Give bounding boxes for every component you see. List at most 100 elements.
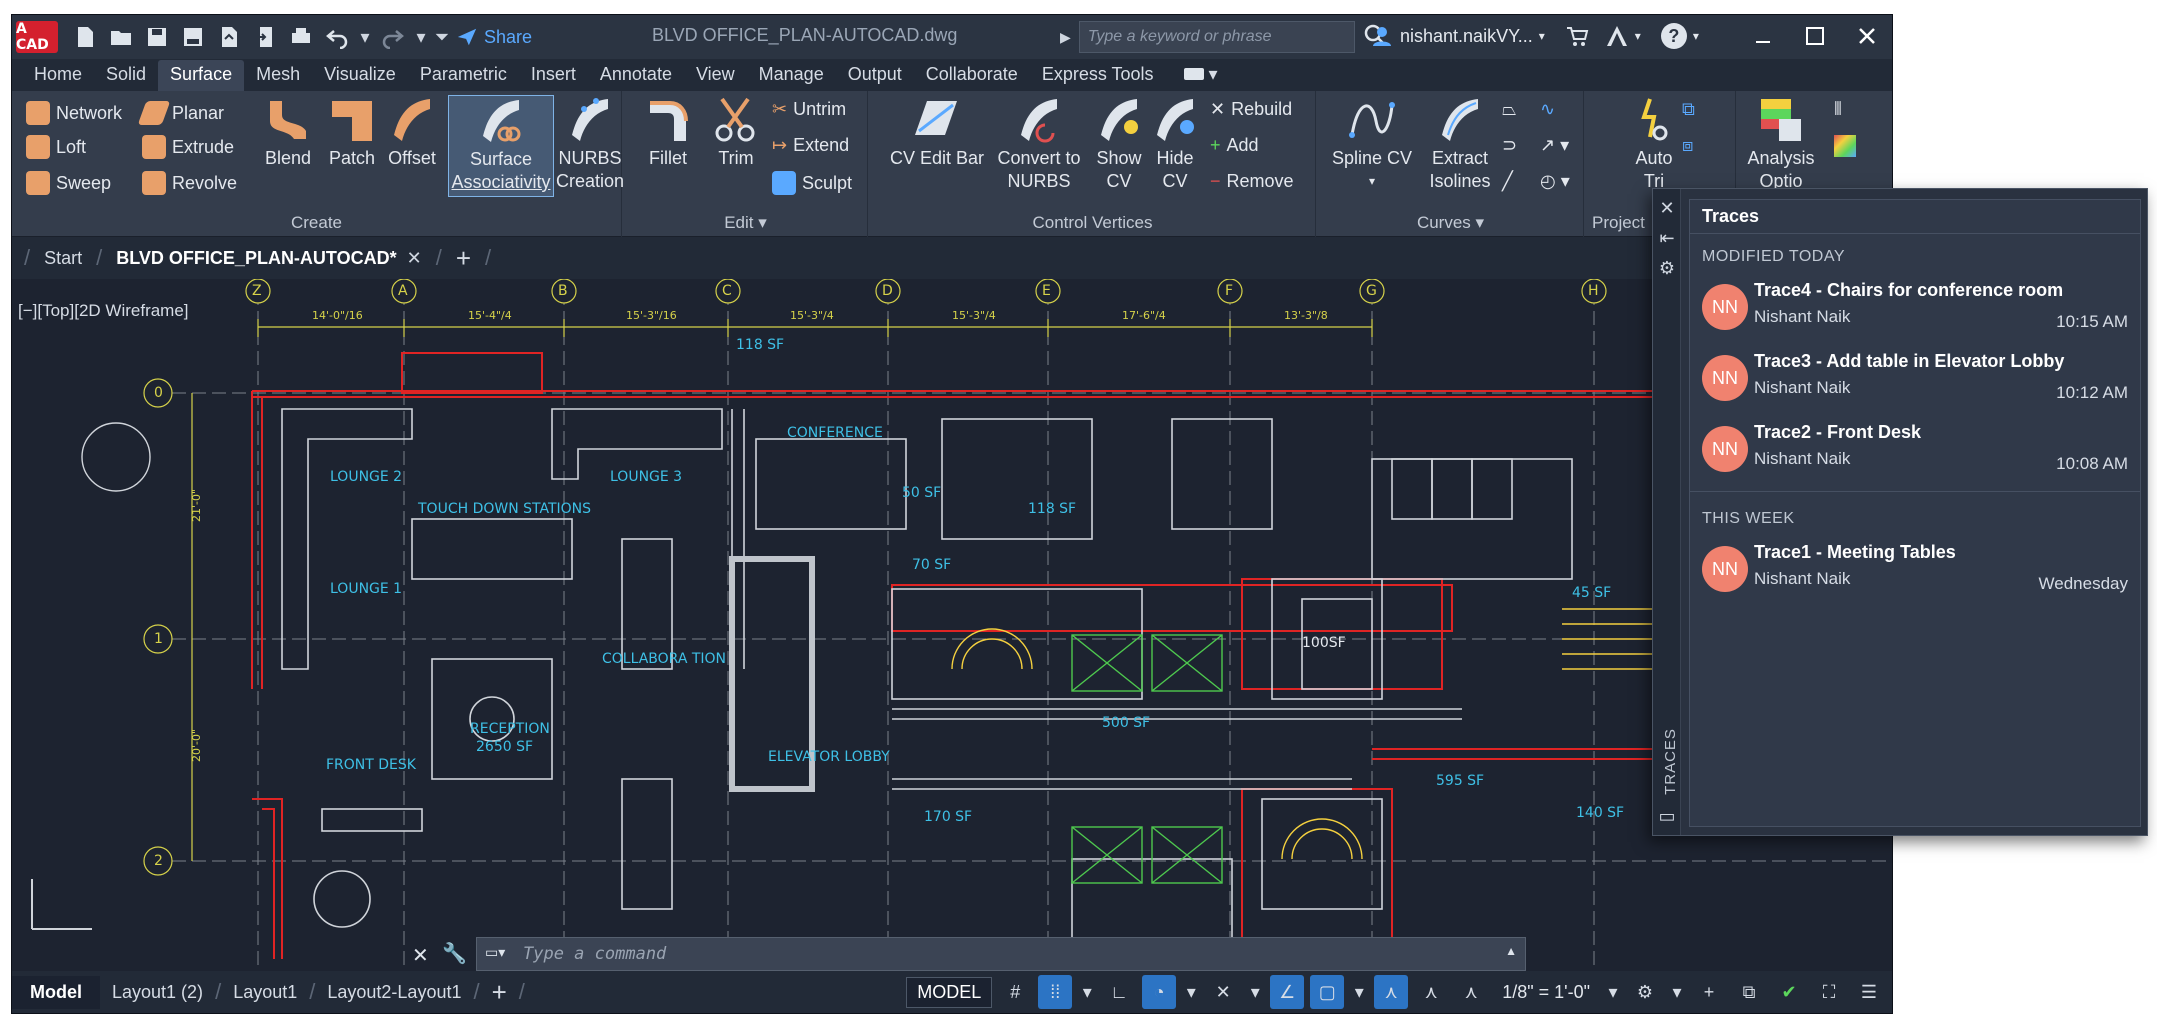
isometric-drafting-icon[interactable]: ✕ bbox=[1206, 975, 1240, 1009]
annotation-visibility-icon[interactable]: ⋏ bbox=[1374, 975, 1409, 1009]
floor-plan-drawing[interactable] bbox=[12, 279, 1892, 973]
untrim-button[interactable]: ✂ Untrim bbox=[772, 99, 846, 120]
curve-tool-3-icon[interactable]: ⊃ bbox=[1502, 135, 1517, 156]
patch-button[interactable]: Patch bbox=[324, 95, 380, 170]
close-command-line-icon[interactable]: ✕ bbox=[412, 943, 429, 968]
extend-button[interactable]: ↦ Extend bbox=[772, 135, 849, 156]
loft-button[interactable]: Loft bbox=[26, 135, 86, 159]
print-icon[interactable] bbox=[288, 24, 314, 50]
panel-edit-label[interactable]: Edit ▾ bbox=[624, 213, 867, 233]
annotation-scale-icon[interactable]: ⋏ bbox=[1454, 975, 1488, 1009]
traces-palette-titlebar[interactable]: ✕ ⇤ ⚙ TRACES ▭ bbox=[1653, 189, 1681, 835]
chevron-down-icon[interactable]: ▾ bbox=[1246, 975, 1264, 1009]
gear-icon[interactable]: ⚙ bbox=[1628, 975, 1662, 1009]
auto-scale-icon[interactable]: ⋏ bbox=[1414, 975, 1448, 1009]
rebuild-button[interactable]: ✕ Rebuild bbox=[1210, 99, 1292, 120]
curve-tool-2-icon[interactable]: ∿ bbox=[1540, 99, 1555, 120]
project-tool-1-icon[interactable]: ⧉ bbox=[1682, 99, 1695, 120]
tab-collaborate[interactable]: Collaborate bbox=[914, 60, 1030, 91]
maximize-icon[interactable] bbox=[1800, 19, 1830, 53]
chevron-down-icon[interactable]: ▾ bbox=[1182, 975, 1200, 1009]
spline-cv-button[interactable]: Spline CV ▾ bbox=[1322, 95, 1422, 193]
tab-model[interactable]: Model bbox=[12, 975, 100, 1009]
tab-mesh[interactable]: Mesh bbox=[244, 60, 312, 91]
tab-output[interactable]: Output bbox=[836, 60, 914, 91]
revolve-button[interactable]: Revolve bbox=[142, 171, 237, 195]
autodesk-app-icon[interactable] bbox=[1605, 24, 1629, 48]
tab-surface[interactable]: Surface bbox=[158, 60, 245, 91]
chevron-right-icon[interactable]: ▶ bbox=[1060, 29, 1071, 46]
hide-cv-button[interactable]: Hide CV bbox=[1148, 95, 1202, 193]
chevron-down-icon[interactable]: ▾ bbox=[1604, 975, 1622, 1009]
search-input[interactable] bbox=[1078, 21, 1355, 53]
import-icon[interactable] bbox=[252, 24, 278, 50]
trace-item[interactable]: NN Trace3 - Add table in Elevator Lobby … bbox=[1690, 345, 2140, 416]
user-menu[interactable]: nishant.naikVY... ▾ ▾ ? ▾ bbox=[1370, 23, 1699, 49]
open-folder-icon[interactable] bbox=[108, 24, 134, 50]
tab-home[interactable]: Home bbox=[22, 60, 94, 91]
new-tab-button[interactable]: + bbox=[442, 243, 485, 274]
blend-button[interactable]: Blend bbox=[258, 95, 318, 170]
curve-tool-4-icon[interactable]: ↗ ▾ bbox=[1540, 135, 1569, 156]
ribbon-state-toggle[interactable]: ▾ bbox=[1172, 60, 1230, 91]
cv-edit-bar-button[interactable]: CV Edit Bar bbox=[874, 95, 1000, 170]
drawing-canvas[interactable]: [−][Top][2D Wireframe] Z A B C D E F G H… bbox=[12, 279, 1892, 973]
zebra-analysis-icon[interactable]: ⦀ bbox=[1834, 99, 1842, 120]
tab-start[interactable]: Start bbox=[30, 248, 96, 269]
close-icon[interactable] bbox=[1852, 19, 1882, 53]
extrude-button[interactable]: Extrude bbox=[142, 135, 234, 159]
object-snap-tracking-icon[interactable]: ∠ bbox=[1270, 975, 1305, 1009]
annotation-scale-value[interactable]: 1/8" = 1'-0" bbox=[1494, 982, 1598, 1003]
share-button[interactable]: Share bbox=[456, 26, 532, 48]
network-button[interactable]: Network bbox=[26, 101, 122, 125]
save-as-icon[interactable] bbox=[180, 24, 206, 50]
tab-annotate[interactable]: Annotate bbox=[588, 60, 684, 91]
hamburger-menu-icon[interactable]: ☰ bbox=[1852, 975, 1886, 1009]
chevron-down-icon[interactable]: ▾ bbox=[1078, 975, 1096, 1009]
redo-icon[interactable] bbox=[380, 24, 406, 50]
convert-to-nurbs-button[interactable]: Convert to NURBS bbox=[984, 95, 1094, 193]
undo-icon[interactable] bbox=[324, 24, 350, 50]
model-space-toggle[interactable]: MODEL bbox=[906, 976, 993, 1008]
surface-associativity-button[interactable]: Surface Associativity bbox=[448, 95, 554, 197]
offset-button[interactable]: Offset bbox=[382, 95, 442, 170]
viewport-controls[interactable]: [−][Top][2D Wireframe] bbox=[18, 301, 189, 321]
sculpt-button[interactable]: Sculpt bbox=[772, 171, 852, 195]
close-icon[interactable]: ✕ bbox=[1656, 197, 1678, 219]
save-icon[interactable] bbox=[144, 24, 170, 50]
trace-item[interactable]: NN Trace4 - Chairs for conference room N… bbox=[1690, 274, 2140, 345]
planar-button[interactable]: Planar bbox=[137, 101, 224, 125]
add-cv-button[interactable]: + Add bbox=[1210, 135, 1259, 156]
traces-icon[interactable]: ▭ bbox=[1656, 805, 1678, 827]
show-cv-button[interactable]: Show CV bbox=[1092, 95, 1146, 193]
fullscreen-icon[interactable]: ⛶ bbox=[1812, 975, 1846, 1009]
autocad-logo-icon[interactable]: A CAD bbox=[16, 21, 58, 53]
customize-qat-icon[interactable]: ⏷ bbox=[435, 24, 449, 50]
cart-icon[interactable] bbox=[1565, 24, 1589, 48]
tab-insert[interactable]: Insert bbox=[519, 60, 588, 91]
auto-trim-button[interactable]: Auto Tri bbox=[1624, 95, 1684, 193]
trim-button[interactable]: Trim bbox=[708, 95, 764, 170]
tab-express-tools[interactable]: Express Tools bbox=[1030, 60, 1166, 91]
curve-tool-6-icon[interactable]: ◴ ▾ bbox=[1540, 171, 1570, 192]
extract-isolines-button[interactable]: Extract Isolines bbox=[1424, 95, 1496, 193]
grid-display-icon[interactable]: # bbox=[998, 975, 1032, 1009]
new-layout-button[interactable]: + bbox=[480, 977, 519, 1008]
fillet-button[interactable]: Fillet bbox=[638, 95, 698, 170]
tab-view[interactable]: View bbox=[684, 60, 747, 91]
chevron-down-icon[interactable]: ▾ bbox=[1668, 975, 1686, 1009]
chevron-down-icon[interactable]: ▾ bbox=[360, 24, 370, 50]
collapse-icon[interactable]: ⇤ bbox=[1656, 227, 1678, 249]
project-tool-2-icon[interactable]: ⧈ bbox=[1682, 135, 1693, 156]
new-file-icon[interactable] bbox=[72, 24, 98, 50]
trace-item[interactable]: NN Trace1 - Meeting Tables Nishant Naik … bbox=[1690, 536, 2140, 607]
curve-tool-5-icon[interactable]: ╱ bbox=[1502, 171, 1513, 192]
command-input[interactable] bbox=[523, 944, 1423, 964]
panel-curves-label[interactable]: Curves ▾ bbox=[1318, 213, 1583, 233]
tab-solid[interactable]: Solid bbox=[94, 60, 158, 91]
remove-cv-button[interactable]: − Remove bbox=[1210, 171, 1294, 192]
close-tab-icon[interactable]: ✕ bbox=[407, 248, 422, 269]
chevron-up-icon[interactable]: ▲ bbox=[1505, 944, 1517, 958]
curve-tool-1-icon[interactable]: ⏢ bbox=[1502, 99, 1516, 120]
plus-icon[interactable]: + bbox=[1692, 975, 1726, 1009]
